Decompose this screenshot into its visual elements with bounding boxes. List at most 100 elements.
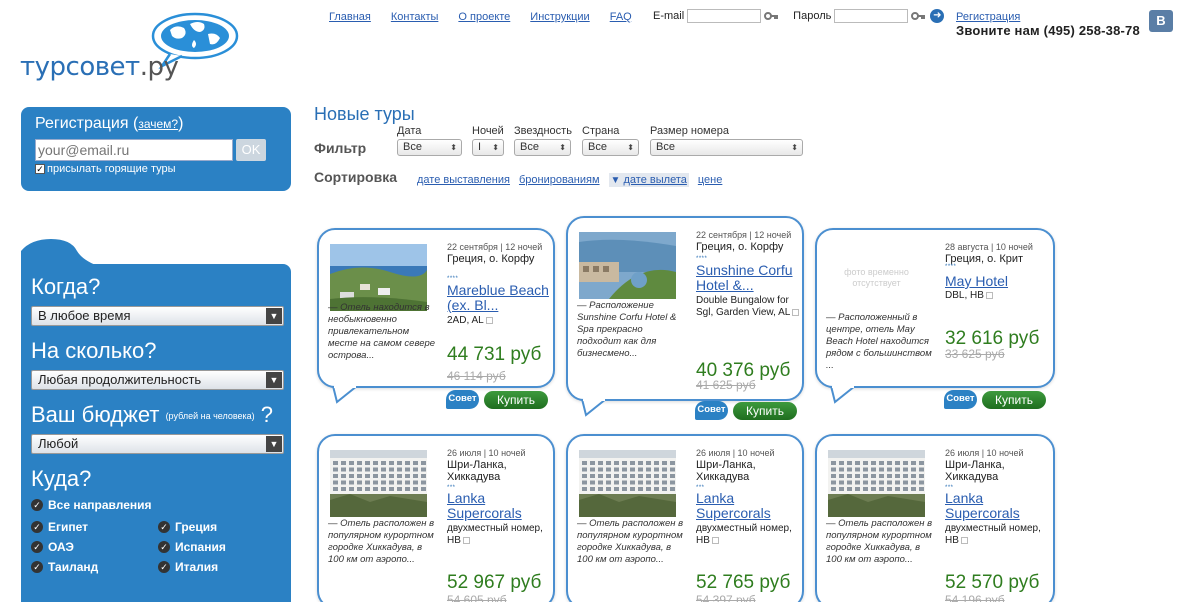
bubble-tail (332, 386, 358, 404)
filter-room-size-select[interactable]: Все ⬍ (650, 139, 803, 156)
hotel-photo[interactable] (828, 450, 925, 517)
advice-button[interactable]: Совет (944, 390, 977, 409)
phone-number: Звоните нам (495) 258-38-78 (956, 23, 1140, 38)
external-link-icon[interactable] (792, 308, 800, 316)
destination-thailand[interactable]: ✓ Таиланд (31, 560, 158, 574)
external-link-icon[interactable] (960, 536, 968, 544)
destination-all[interactable]: ✓ Все направления (31, 498, 281, 512)
hotel-photo[interactable] (330, 450, 427, 517)
hotel-name-link[interactable]: Lanka Supercorals (696, 491, 808, 521)
hotel-description: — Отель расположен в популярном курортно… (577, 518, 684, 565)
tour-old-price: 33 625 руб (945, 347, 1005, 361)
tour-card[interactable]: фото временно отсутствует — Расположенны… (815, 228, 1057, 404)
destination-greece[interactable]: ✓ Греция (158, 520, 285, 534)
sort-by-price[interactable]: цене (698, 174, 723, 186)
hotel-name-link[interactable]: Mareblue Beach (ex. Bl... (447, 283, 559, 313)
hotel-name-link[interactable]: May Hotel (945, 274, 1057, 289)
duration-heading: На сколько? (31, 338, 157, 363)
nav-link-home[interactable]: Главная (329, 11, 371, 23)
filter-nights-select[interactable]: I ⬍ (472, 139, 504, 156)
tour-date-nights: 26 июля | 10 ночей (945, 448, 1024, 458)
external-link-icon[interactable] (711, 536, 719, 544)
vk-icon[interactable]: В (1149, 10, 1173, 32)
destination-uae[interactable]: ✓ ОАЭ (31, 540, 158, 554)
bubble-tail (830, 386, 856, 404)
sort-desc-icon: ▼ (610, 175, 621, 186)
registration-ok-button[interactable]: OK (236, 139, 266, 161)
hotel-name-link[interactable]: Sunshine Corfu Hotel &... (696, 263, 808, 293)
tour-card[interactable]: — Отель находится в необыкновенно привле… (317, 228, 555, 404)
key-icon (764, 12, 779, 20)
sort-by-departure-date[interactable]: ▼ дате вылета (608, 173, 689, 187)
hotel-photo[interactable] (330, 244, 427, 311)
registration-email-input[interactable] (35, 139, 233, 161)
when-select[interactable]: В любое время ▼ (31, 306, 284, 326)
destination-spain[interactable]: ✓ Испания (158, 540, 285, 554)
hotel-photo[interactable] (579, 450, 676, 517)
advice-button[interactable]: Совет (695, 401, 728, 420)
where-heading: Куда? (31, 466, 92, 491)
login-submit-arrow-icon[interactable]: ➜ (930, 9, 945, 23)
key-icon (911, 12, 926, 20)
tour-location: Шри-Ланка, Хиккадува (447, 459, 507, 483)
external-link-icon[interactable] (485, 316, 493, 324)
tour-card[interactable]: — Отель расположен в популярном курортно… (317, 434, 555, 602)
external-link-icon[interactable] (985, 291, 993, 299)
destination-italy[interactable]: ✓ Италия (158, 560, 285, 574)
checkbox-checked-icon[interactable]: ✓ (31, 499, 43, 511)
search-panel-tab (21, 239, 101, 267)
nav-link-about[interactable]: О проекте (458, 11, 510, 23)
budget-select[interactable]: Любой ▼ (31, 434, 284, 454)
chevron-down-icon: ▼ (266, 372, 282, 388)
filter-date: Дата Все ⬍ (397, 125, 462, 156)
sort-by-bookings[interactable]: бронированиям (519, 174, 600, 186)
sort-by-listing-date[interactable]: дате выставления (417, 174, 510, 186)
login-email-input[interactable] (687, 9, 762, 23)
checkbox-checked-icon[interactable]: ✓ (158, 561, 170, 573)
site-logo[interactable]: турсовет.ру (20, 10, 250, 82)
tour-price: 52 765 руб (696, 572, 791, 593)
filter-country-select[interactable]: Все ⬍ (582, 139, 639, 156)
hotel-name-link[interactable]: Lanka Supercorals (447, 491, 559, 521)
sort-options: дате выставления бронированиям ▼ дате вы… (417, 173, 731, 187)
tour-card[interactable]: — Отель расположен в популярном курортно… (815, 434, 1055, 602)
why-register-link[interactable]: зачем? (138, 117, 178, 131)
filter-stars-select[interactable]: Все ⬍ (514, 139, 571, 156)
room-type: DBL, HB (945, 290, 1050, 302)
registration-title: Регистрация (зачем?) (35, 115, 184, 132)
register-link[interactable]: Регистрация (956, 11, 1020, 23)
checkbox-checked-icon[interactable]: ✓ (158, 521, 170, 533)
room-type: двухместный номер, HB (447, 523, 543, 546)
hotel-description: — Отель расположен в популярном курортно… (328, 518, 435, 565)
external-link-icon[interactable] (462, 536, 470, 544)
nav-link-faq[interactable]: FAQ (610, 11, 632, 23)
buy-button[interactable]: Купить (982, 390, 1046, 409)
tour-card[interactable]: — Отель расположен в популярном курортно… (566, 434, 804, 602)
subscribe-checkbox-row[interactable]: ✓ присылать горящие туры (35, 163, 277, 175)
subscribe-checkbox[interactable]: ✓ (35, 164, 45, 174)
when-heading: Когда? (31, 274, 101, 299)
filter-nights: Ночей I ⬍ (472, 125, 504, 156)
hotel-name-link[interactable]: Lanka Supercorals (945, 491, 1057, 521)
destination-egypt[interactable]: ✓ Египет (31, 520, 158, 534)
filter-date-select[interactable]: Все ⬍ (397, 139, 462, 156)
checkbox-checked-icon[interactable]: ✓ (31, 561, 43, 573)
tour-location: Шри-Ланка, Хиккадува (945, 459, 1005, 483)
tour-location: Греция, о. Крит (945, 253, 1024, 265)
checkbox-checked-icon[interactable]: ✓ (158, 541, 170, 553)
checkbox-checked-icon[interactable]: ✓ (31, 521, 43, 533)
nav-link-instructions[interactable]: Инструкции (530, 11, 589, 23)
checkbox-checked-icon[interactable]: ✓ (31, 541, 43, 553)
tour-actions: Совет Купить (446, 390, 548, 409)
nav-link-contacts[interactable]: Контакты (391, 11, 439, 23)
login-password-input[interactable] (834, 9, 909, 23)
advice-button[interactable]: Совет (446, 390, 479, 409)
hotel-photo[interactable] (579, 232, 676, 299)
buy-button[interactable]: Купить (484, 390, 548, 409)
hotel-photo[interactable]: фото временно отсутствует (828, 244, 925, 311)
duration-select[interactable]: Любая продолжительность ▼ (31, 370, 284, 390)
updown-icon: ⬍ (450, 143, 457, 152)
buy-button[interactable]: Купить (733, 401, 797, 420)
tour-old-price: 54 397 руб (696, 593, 756, 602)
tour-card[interactable]: — Расположение Sunshine Corfu Hotel & Sp… (566, 216, 804, 417)
